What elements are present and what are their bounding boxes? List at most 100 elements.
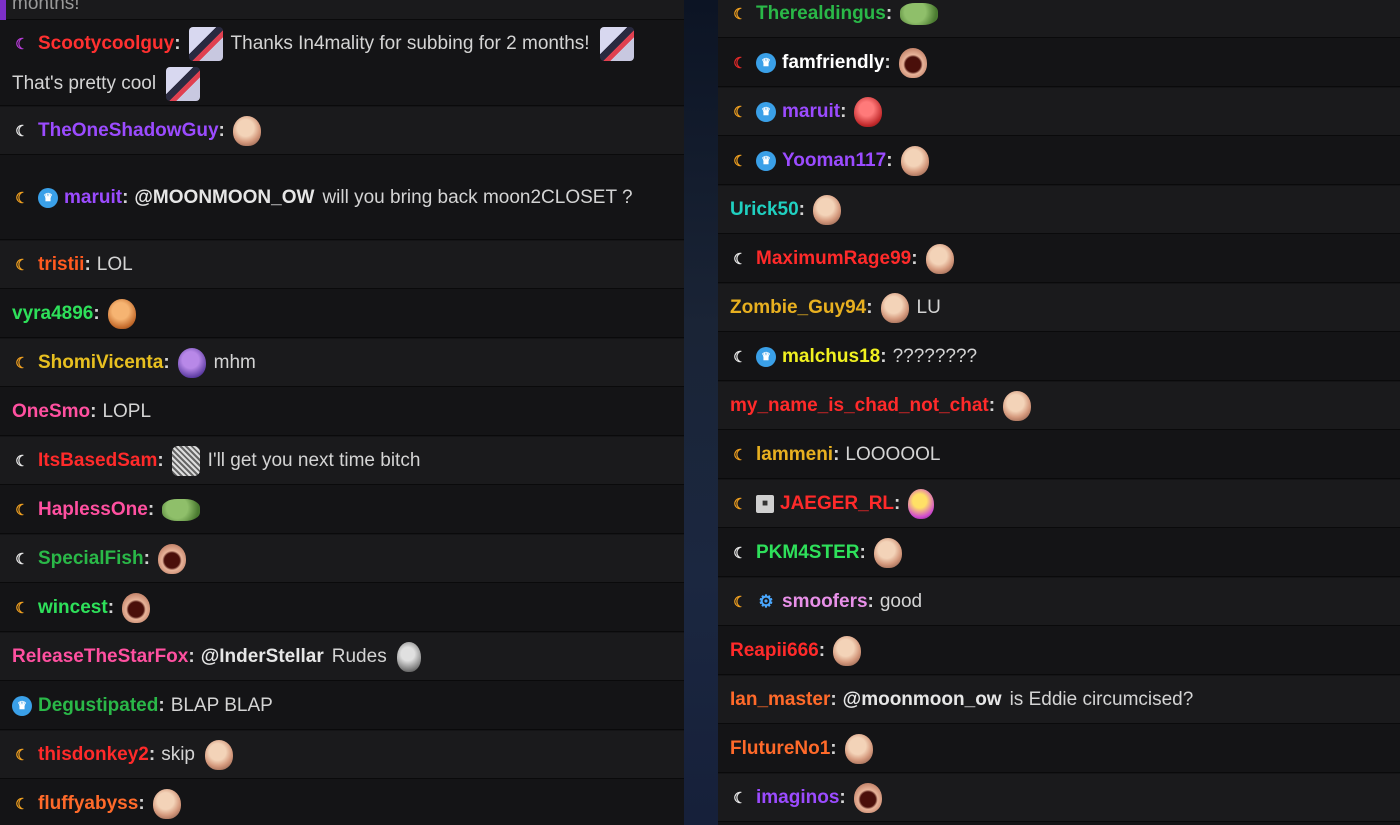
crown-badge-icon[interactable]: ♛ (12, 695, 32, 716)
moon-badge-icon[interactable]: ☾ (730, 543, 750, 563)
chat-username[interactable]: Ian_master (730, 689, 830, 711)
chat-username[interactable]: JAEGER_RL (780, 493, 894, 515)
moon-badge-icon[interactable]: ☾ (12, 549, 32, 569)
face-emote[interactable] (900, 145, 929, 176)
face-emote[interactable] (107, 298, 136, 329)
moon-badge-icon[interactable]: ☾ (12, 255, 32, 275)
chat-username[interactable]: maruit (64, 187, 122, 209)
mouth-emote[interactable] (157, 543, 186, 574)
subscriber-emote[interactable] (599, 26, 634, 61)
mouth-emote[interactable] (898, 47, 927, 78)
moon-badge-icon[interactable]: ☾ (12, 188, 32, 208)
moon-badge-icon[interactable]: ☾ (730, 249, 750, 269)
moon-badge-icon[interactable]: ☾ (730, 151, 750, 171)
grey-face-emote[interactable] (396, 641, 421, 672)
chat-username[interactable]: ItsBasedSam (38, 450, 157, 472)
chat-username[interactable]: ShomiVicenta (38, 352, 163, 374)
chat-mention[interactable]: @moonmoon_ow (843, 689, 1002, 711)
face-emote[interactable] (925, 243, 954, 274)
chat-username[interactable]: HaplessOne (38, 499, 148, 521)
left-chat-panel[interactable]: months! ☾ Scootycoolguy: Thanks In4mality f… (0, 0, 684, 825)
moon-badge-icon[interactable]: ☾ (730, 592, 750, 612)
crown-badge-icon[interactable]: ♛ (756, 150, 776, 171)
frog-emote[interactable] (162, 498, 201, 521)
moon-badge-icon[interactable]: ☾ (12, 34, 32, 54)
chat-username[interactable]: smoofers (782, 591, 868, 613)
moon-badge-icon[interactable]: ☾ (730, 445, 750, 465)
chat-username[interactable]: imaginos (756, 787, 839, 809)
username-colon: : (886, 149, 893, 171)
moon-badge-icon[interactable]: ☾ (730, 347, 750, 367)
face-emote[interactable] (833, 635, 862, 666)
moon-badge-icon[interactable]: ☾ (12, 121, 32, 141)
face-emote[interactable] (205, 739, 233, 770)
moon-badge-icon[interactable]: ☾ (730, 788, 750, 808)
crown-badge-icon[interactable]: ♛ (756, 52, 776, 73)
mouth-emote[interactable] (122, 592, 151, 623)
chat-username[interactable]: lammeni (756, 444, 833, 466)
face-emote[interactable] (873, 537, 902, 568)
face-emote[interactable] (844, 733, 873, 764)
username-colon: : (988, 394, 996, 416)
chat-username[interactable]: my_name_is_chad_not_chat (730, 395, 989, 417)
face-emote[interactable] (232, 115, 261, 146)
chat-username[interactable]: vyra4896 (12, 303, 93, 325)
moon-badge-icon[interactable]: ☾ (730, 494, 750, 514)
chat-username[interactable]: Scootycoolguy (38, 33, 174, 55)
chat-mention[interactable]: @InderStellar (201, 646, 324, 668)
chat-username[interactable]: malchus18 (782, 346, 880, 368)
chat-username[interactable]: PKM4STER (756, 542, 859, 564)
static-emote[interactable] (171, 445, 200, 476)
face-emote[interactable] (880, 292, 909, 323)
chat-username[interactable]: Zombie_Guy94 (730, 297, 866, 319)
moon-badge-icon[interactable]: ☾ (12, 353, 32, 373)
crown-badge-icon[interactable]: ♛ (756, 101, 776, 122)
moon-badge-icon[interactable]: ☾ (12, 598, 32, 618)
moon-badge-icon[interactable]: ☾ (730, 102, 750, 122)
chat-username[interactable]: fluffyabyss (38, 793, 138, 815)
chat-username[interactable]: Reapii666 (730, 640, 819, 662)
chat-username[interactable]: FlutureNo1 (730, 738, 830, 760)
face-emote[interactable] (1003, 390, 1032, 421)
purple-creature-emote[interactable] (177, 347, 206, 378)
gear-badge-icon[interactable]: ⚙ (756, 592, 776, 612)
moon-badge-icon[interactable]: ☾ (730, 4, 750, 24)
chat-username[interactable]: famfriendly (782, 52, 884, 74)
highlight-accent-bar (0, 0, 6, 20)
red-face-emote[interactable] (854, 96, 883, 127)
chat-username[interactable]: Urick50 (730, 199, 799, 221)
moon-badge-icon[interactable]: ☾ (730, 53, 750, 73)
chat-username[interactable]: wincest (38, 597, 108, 619)
moon-badge-icon[interactable]: ☾ (12, 745, 32, 765)
chat-message: ☾ ♛ maruit: (718, 88, 1400, 136)
chat-username[interactable]: Degustipated (38, 695, 158, 717)
moon-badge-icon[interactable]: ☾ (12, 794, 32, 814)
chat-message: vyra4896: (0, 290, 684, 338)
face-emote[interactable] (813, 194, 841, 225)
crown-badge-icon[interactable]: ♛ (38, 187, 58, 208)
right-chat-panel[interactable]: ☾ Therealdingus: ☾ ♛ famfriendly: ☾ ♛ maruit: ☾ ♛… (718, 0, 1400, 825)
frog-emote[interactable] (900, 2, 939, 25)
chat-username[interactable]: maruit (782, 101, 840, 123)
chat-mention[interactable]: @MOONMOON_OW (134, 187, 314, 209)
chat-username[interactable]: Therealdingus (756, 3, 886, 25)
chat-username[interactable]: ReleaseTheStarFox (12, 646, 188, 668)
subscriber-emote[interactable] (188, 26, 223, 61)
moon-badge-icon[interactable]: ☾ (12, 451, 32, 471)
chat-username[interactable]: SpecialFish (38, 548, 144, 570)
chat-username[interactable]: TheOneShadowGuy (38, 120, 219, 142)
chat-username[interactable]: tristii (38, 254, 84, 276)
chat-username[interactable]: OneSmo (12, 401, 90, 423)
square-badge-icon[interactable]: ■ (756, 494, 774, 513)
character-emote[interactable] (908, 488, 935, 519)
mouth-emote[interactable] (853, 782, 882, 813)
chat-username[interactable]: Yooman117 (782, 150, 886, 172)
moon-badge-icon[interactable]: ☾ (12, 500, 32, 520)
subscriber-emote[interactable] (166, 66, 201, 101)
username-colon: : (859, 541, 866, 563)
chat-message: ☾ MaximumRage99: (718, 235, 1400, 283)
crown-badge-icon[interactable]: ♛ (756, 346, 776, 367)
face-emote[interactable] (152, 788, 181, 819)
chat-username[interactable]: MaximumRage99 (756, 248, 911, 270)
chat-username[interactable]: thisdonkey2 (38, 744, 149, 766)
